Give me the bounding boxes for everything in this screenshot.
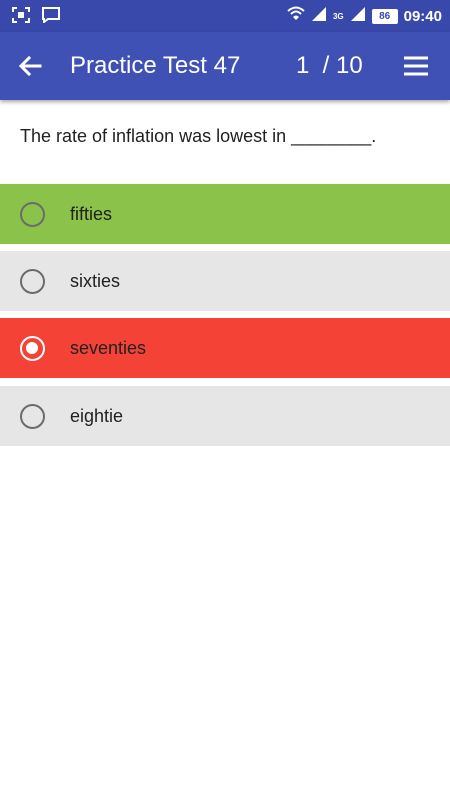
option-seventies[interactable]: seventies [0,318,450,378]
radio-button[interactable] [20,202,45,227]
wifi-icon [287,6,305,27]
radio-button[interactable] [20,336,45,361]
option-label: seventies [70,338,147,358]
chat-icon [42,7,60,28]
battery-icon: 86 [371,9,398,24]
question-counter: 1 / 10 [296,52,363,79]
page-title: Practice Test 47 [70,52,241,79]
screenshot-icon [12,7,30,28]
option-label: eightie [70,406,124,426]
menu-button[interactable] [400,50,432,82]
menu-icon [400,56,432,86]
option-fifties[interactable]: fifties [0,184,450,244]
arrow-back-icon [14,55,46,86]
signal-icon [350,6,366,27]
option-sixties[interactable]: sixties [0,251,450,311]
network-type: 3G [332,12,344,21]
option-label: sixties [70,271,121,291]
status-bar: 3G 86 09:40 [0,0,450,32]
clock: 09:40 [403,8,442,25]
radio-button[interactable] [20,269,45,294]
app-bar: Practice Test 47 1 / 10 [0,32,450,100]
option-eightie[interactable]: eightie [0,386,450,446]
radio-button[interactable] [20,404,45,429]
signal-icon [311,6,327,27]
back-button[interactable] [14,50,46,82]
option-label: fifties [70,204,113,224]
question-text: The rate of inflation was lowest in ____… [20,126,377,146]
